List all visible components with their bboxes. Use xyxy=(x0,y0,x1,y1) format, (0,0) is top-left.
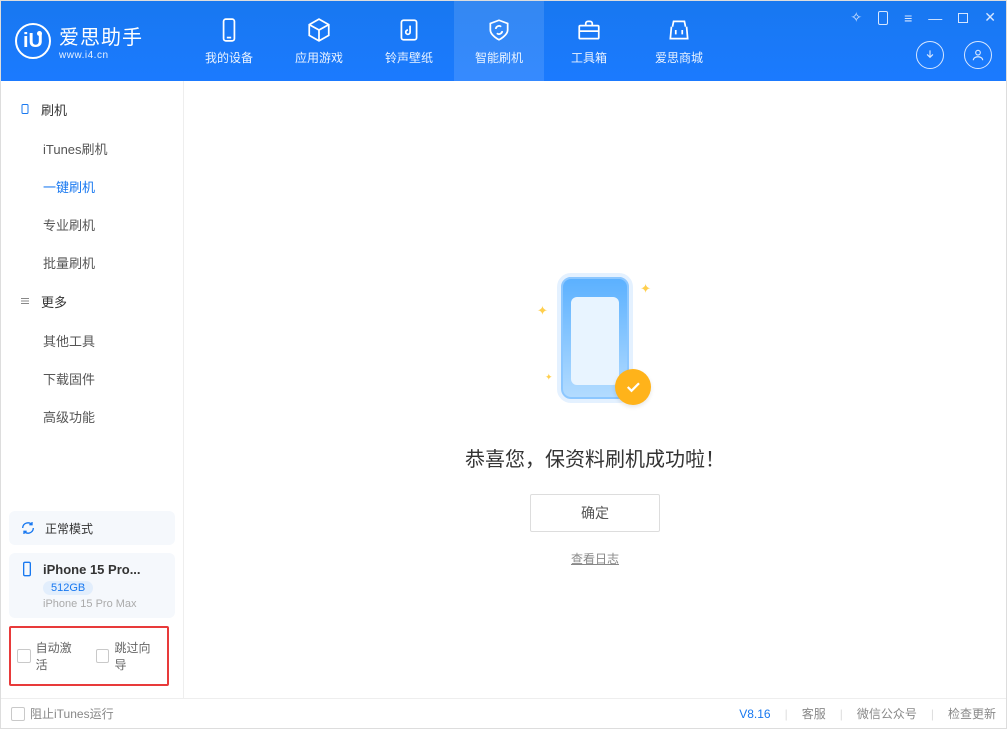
checkbox-skip-guide[interactable] xyxy=(96,649,110,663)
maximize-icon[interactable] xyxy=(958,13,968,23)
app-subtitle: www.i4.cn xyxy=(59,50,143,61)
tab-label: 应用游戏 xyxy=(295,49,343,66)
sidebar-group-more[interactable]: 更多 xyxy=(1,281,183,321)
app-header: iU 爱思助手 www.i4.cn 我的设备 应用游戏 铃声壁纸 智能刷机 工具… xyxy=(1,1,1006,81)
window-controls: ✧ ≡ — ✕ xyxy=(850,9,996,26)
main-content: ✦ ✦ ✦ 恭喜您，保资料刷机成功啦！ 确定 查看日志 xyxy=(184,81,1006,698)
sidebar-item-other[interactable]: 其他工具 xyxy=(1,321,183,359)
shop-icon xyxy=(666,17,692,43)
tab-label: 工具箱 xyxy=(571,49,607,66)
sidebar-nav: 刷机 iTunes刷机 一键刷机 专业刷机 批量刷机 更多 其他工具 下载固件 … xyxy=(1,81,183,503)
checkbox-block-itunes[interactable] xyxy=(11,707,25,721)
menu-icon[interactable]: ≡ xyxy=(904,10,912,26)
capacity-badge: 512GB xyxy=(43,581,93,595)
tab-toolbox[interactable]: 工具箱 xyxy=(544,1,634,81)
download-icon xyxy=(923,48,937,62)
check-update-link[interactable]: 检查更新 xyxy=(948,705,996,722)
phone-icon xyxy=(19,561,35,577)
tab-ringtone-wallpaper[interactable]: 铃声壁纸 xyxy=(364,1,454,81)
device-card[interactable]: iPhone 15 Pro... 512GB iPhone 15 Pro Max xyxy=(9,553,175,618)
logo-block: iU 爱思助手 www.i4.cn xyxy=(1,21,184,61)
sidebar-item-oneclick[interactable]: 一键刷机 xyxy=(1,167,183,205)
group-title: 刷机 xyxy=(41,100,67,119)
tab-apps-games[interactable]: 应用游戏 xyxy=(274,1,364,81)
sidebar-item-itunes[interactable]: iTunes刷机 xyxy=(1,129,183,167)
device-name: iPhone 15 Pro... xyxy=(43,562,141,577)
tab-label: 智能刷机 xyxy=(475,49,523,66)
mode-label: 正常模式 xyxy=(45,520,93,537)
tab-label: 我的设备 xyxy=(205,49,253,66)
sidebar-item-advanced[interactable]: 高级功能 xyxy=(1,397,183,435)
music-icon xyxy=(396,17,422,43)
wechat-link[interactable]: 微信公众号 xyxy=(857,705,917,722)
more-icon xyxy=(19,295,31,307)
tab-store[interactable]: 爱思商城 xyxy=(634,1,724,81)
tab-my-device[interactable]: 我的设备 xyxy=(184,1,274,81)
app-title: 爱思助手 xyxy=(59,21,143,50)
tab-label: 铃声壁纸 xyxy=(385,49,433,66)
block-itunes-label: 阻止iTunes运行 xyxy=(30,705,114,722)
status-bar: 阻止iTunes运行 V8.16 | 客服 | 微信公众号 | 检查更新 xyxy=(1,698,1006,728)
close-icon[interactable]: ✕ xyxy=(984,9,996,26)
option-auto-activate-label: 自动激活 xyxy=(36,639,83,673)
checkbox-auto-activate[interactable] xyxy=(17,649,31,663)
minimize-icon[interactable]: — xyxy=(928,10,942,26)
ok-button[interactable]: 确定 xyxy=(530,494,660,532)
success-message: 恭喜您，保资料刷机成功啦！ xyxy=(465,443,725,472)
sidebar-item-pro[interactable]: 专业刷机 xyxy=(1,205,183,243)
view-log-link[interactable]: 查看日志 xyxy=(571,550,619,567)
user-icon xyxy=(971,48,985,62)
account-button[interactable] xyxy=(964,41,992,69)
sidebar-group-flash[interactable]: 刷机 xyxy=(1,89,183,129)
sidebar-item-batch[interactable]: 批量刷机 xyxy=(1,243,183,281)
logo-icon: iU xyxy=(15,23,51,59)
device-icon xyxy=(216,17,242,43)
support-link[interactable]: 客服 xyxy=(802,705,826,722)
main-tabs: 我的设备 应用游戏 铃声壁纸 智能刷机 工具箱 爱思商城 xyxy=(184,1,724,81)
cube-icon xyxy=(306,17,332,43)
device-model: iPhone 15 Pro Max xyxy=(43,598,137,610)
version-label: V8.16 xyxy=(739,707,770,721)
mode-card[interactable]: 正常模式 xyxy=(9,511,175,545)
sidebar-bottom: 正常模式 iPhone 15 Pro... 512GB iPhone 15 Pr… xyxy=(1,503,183,698)
options-highlighted-block: 自动激活 跳过向导 xyxy=(9,626,169,686)
briefcase-icon xyxy=(576,17,602,43)
sidebar: 刷机 iTunes刷机 一键刷机 专业刷机 批量刷机 更多 其他工具 下载固件 … xyxy=(1,81,184,698)
tab-smart-flash[interactable]: 智能刷机 xyxy=(454,1,544,81)
feedback-icon[interactable]: ✧ xyxy=(850,9,862,26)
flash-device-icon xyxy=(19,103,31,115)
tab-label: 爱思商城 xyxy=(655,49,703,66)
phone-small-icon[interactable] xyxy=(878,11,888,25)
user-controls xyxy=(916,41,992,69)
refresh-shield-icon xyxy=(486,17,512,43)
refresh-icon xyxy=(19,519,37,537)
success-illustration: ✦ ✦ ✦ xyxy=(535,273,655,413)
body-area: 刷机 iTunes刷机 一键刷机 专业刷机 批量刷机 更多 其他工具 下载固件 … xyxy=(1,81,1006,698)
download-button[interactable] xyxy=(916,41,944,69)
option-skip-guide-label: 跳过向导 xyxy=(114,639,161,673)
group-title: 更多 xyxy=(41,292,67,311)
sidebar-item-download[interactable]: 下载固件 xyxy=(1,359,183,397)
check-icon xyxy=(615,369,651,405)
